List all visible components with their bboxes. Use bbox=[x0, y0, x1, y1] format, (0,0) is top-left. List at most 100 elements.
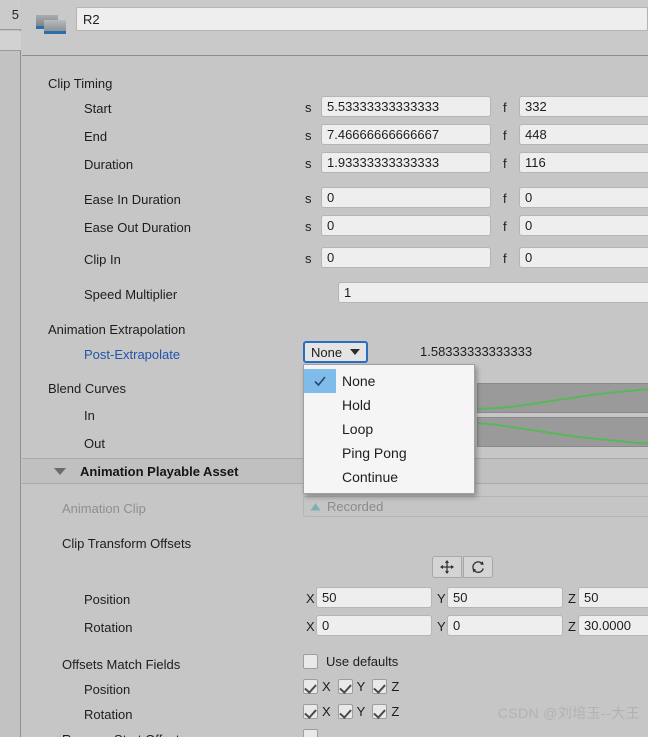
unit-frames-ease-in: f bbox=[503, 191, 507, 206]
inspector-header: R2 bbox=[22, 0, 648, 56]
unit-seconds-duration: s bbox=[305, 156, 312, 171]
unit-frames-start: f bbox=[503, 100, 507, 115]
speed-multiplier-input[interactable]: 1 bbox=[338, 282, 648, 303]
position-z-axis-label: Z bbox=[568, 591, 576, 606]
curve-in-graph bbox=[478, 388, 648, 410]
match-position-y-checkbox[interactable] bbox=[337, 679, 353, 694]
post-extrapolate-label[interactable]: Post-Extrapolate bbox=[84, 343, 180, 365]
offset-rotation-label: Rotation bbox=[84, 619, 133, 635]
unit-frames-ease-out: f bbox=[503, 219, 507, 234]
rotation-y-axis-label: Y bbox=[437, 619, 446, 634]
dropdown-item-hold[interactable]: Hold bbox=[304, 393, 474, 417]
match-rotation-x-label: X bbox=[322, 704, 331, 719]
match-rotation-label: Rotation bbox=[84, 706, 133, 722]
clip-in-seconds-input[interactable]: 0 bbox=[321, 247, 491, 268]
dropdown-item-continue[interactable]: Continue bbox=[304, 465, 474, 489]
clip-timing-row-start-label: Start bbox=[84, 100, 112, 116]
use-defaults-checkbox[interactable] bbox=[303, 654, 318, 669]
unit-seconds-start: s bbox=[305, 100, 312, 115]
match-rotation-y-checkbox[interactable] bbox=[337, 704, 353, 719]
move-tool-button[interactable] bbox=[432, 556, 462, 578]
position-z-input[interactable]: 50 bbox=[578, 587, 648, 608]
rotate-tool-button[interactable] bbox=[463, 556, 493, 578]
rotation-x-input[interactable]: 0 bbox=[316, 615, 432, 636]
ease-in-frames-input[interactable]: 0 bbox=[519, 187, 648, 208]
post-extrapolate-dropdown-button[interactable]: None bbox=[303, 341, 368, 363]
rotate-tool-icon bbox=[472, 561, 484, 573]
start-frames-input[interactable]: 332 bbox=[519, 96, 648, 117]
unity-inspector-window: 5 R2 Clip Timing Start s 5.5333333333333… bbox=[0, 0, 648, 737]
post-extrapolate-readout: 1.58333333333333 bbox=[420, 344, 533, 359]
speed-multiplier-label: Speed Multiplier bbox=[84, 286, 178, 302]
position-y-axis-label: Y bbox=[437, 591, 446, 606]
move-tool-icon bbox=[440, 560, 454, 574]
blend-curve-out-label: Out bbox=[84, 435, 105, 451]
duration-frames-input[interactable]: 116 bbox=[519, 152, 648, 173]
match-position-label: Position bbox=[84, 681, 131, 697]
curve-out-graph bbox=[478, 422, 648, 445]
match-rotation-checkbox-row[interactable]: X Y Z bbox=[303, 704, 406, 719]
clip-name-value: R2 bbox=[83, 11, 100, 27]
animation-clip-object-field[interactable]: Recorded bbox=[303, 496, 648, 517]
end-seconds-input[interactable]: 7.46666666666667 bbox=[321, 124, 491, 145]
rotation-y-input[interactable]: 0 bbox=[447, 615, 563, 636]
unit-seconds-ease-in: s bbox=[305, 191, 312, 206]
ease-out-frames-input[interactable]: 0 bbox=[519, 215, 648, 236]
animation-extrapolation-title: Animation Extrapolation bbox=[48, 321, 186, 337]
timeline-clip-icon bbox=[36, 13, 66, 39]
match-rotation-z-label: Z bbox=[391, 704, 400, 719]
end-frames-input[interactable]: 448 bbox=[519, 124, 648, 145]
position-y-input[interactable]: 50 bbox=[447, 587, 563, 608]
left-strip-number: 5 bbox=[0, 0, 21, 30]
dropdown-item-ping-pong[interactable]: Ping Pong bbox=[304, 441, 474, 465]
ease-out-seconds-input[interactable]: 0 bbox=[321, 215, 491, 236]
match-position-z-checkbox[interactable] bbox=[372, 679, 388, 694]
match-position-x-checkbox[interactable] bbox=[303, 679, 318, 694]
remove-start-offset-checkbox-row[interactable] bbox=[303, 729, 318, 737]
start-seconds-input[interactable]: 5.53333333333333 bbox=[321, 96, 491, 117]
unit-frames-end: f bbox=[503, 128, 507, 143]
triangle-down-icon[interactable] bbox=[54, 467, 66, 475]
remove-start-offset-label: Remove Start Offset bbox=[62, 728, 180, 737]
unit-seconds-end: s bbox=[305, 128, 312, 143]
blend-curve-in-label: In bbox=[84, 407, 95, 423]
match-position-checkbox-row[interactable]: X Y Z bbox=[303, 679, 406, 694]
animation-clip-icon bbox=[309, 500, 322, 513]
remove-start-offset-checkbox[interactable] bbox=[303, 729, 318, 737]
dropdown-item-none[interactable]: None bbox=[304, 369, 474, 393]
blend-curve-out-preview[interactable] bbox=[477, 417, 648, 447]
chevron-down-icon bbox=[350, 349, 361, 355]
clip-timing-row-ease-out-label: Ease Out Duration bbox=[84, 219, 191, 235]
post-extrapolate-dropdown-menu[interactable]: None Hold Loop Ping Pong Continue bbox=[303, 364, 475, 494]
post-extrapolate-selected-value: None bbox=[311, 344, 343, 360]
check-icon bbox=[304, 369, 336, 393]
match-rotation-x-checkbox[interactable] bbox=[303, 704, 318, 719]
animation-clip-label: Animation Clip bbox=[62, 500, 146, 516]
dropdown-item-loop[interactable]: Loop bbox=[304, 417, 474, 441]
match-position-z-label: Z bbox=[391, 679, 400, 694]
offsets-match-fields-label: Offsets Match Fields bbox=[62, 656, 181, 672]
unit-frames-clip-in: f bbox=[503, 251, 507, 266]
clip-name-input[interactable]: R2 bbox=[76, 7, 648, 31]
unit-seconds-ease-out: s bbox=[305, 219, 312, 234]
clip-timing-row-clip-in-label: Clip In bbox=[84, 251, 121, 267]
unit-seconds-clip-in: s bbox=[305, 251, 312, 266]
duration-seconds-input[interactable]: 1.93333333333333 bbox=[321, 152, 491, 173]
match-position-x-label: X bbox=[322, 679, 331, 694]
unit-frames-duration: f bbox=[503, 156, 507, 171]
use-defaults-checkbox-row[interactable]: Use defaults bbox=[303, 654, 398, 669]
clip-timing-title: Clip Timing bbox=[48, 75, 113, 91]
blend-curves-title: Blend Curves bbox=[48, 380, 127, 396]
blend-curve-in-preview[interactable] bbox=[477, 383, 648, 413]
clip-timing-row-ease-in-label: Ease In Duration bbox=[84, 191, 181, 207]
clip-in-frames-input[interactable]: 0 bbox=[519, 247, 648, 268]
match-rotation-z-checkbox[interactable] bbox=[372, 704, 388, 719]
ease-in-seconds-input[interactable]: 0 bbox=[321, 187, 491, 208]
clip-transform-offsets-label: Clip Transform Offsets bbox=[62, 535, 192, 551]
rotation-z-input[interactable]: 30.0000 bbox=[578, 615, 648, 636]
match-rotation-y-label: Y bbox=[356, 704, 366, 719]
clip-timing-row-duration-label: Duration bbox=[84, 156, 134, 172]
position-x-axis-label: X bbox=[306, 591, 315, 606]
position-x-input[interactable]: 50 bbox=[316, 587, 432, 608]
animation-playable-asset-title: Animation Playable Asset bbox=[80, 463, 239, 479]
